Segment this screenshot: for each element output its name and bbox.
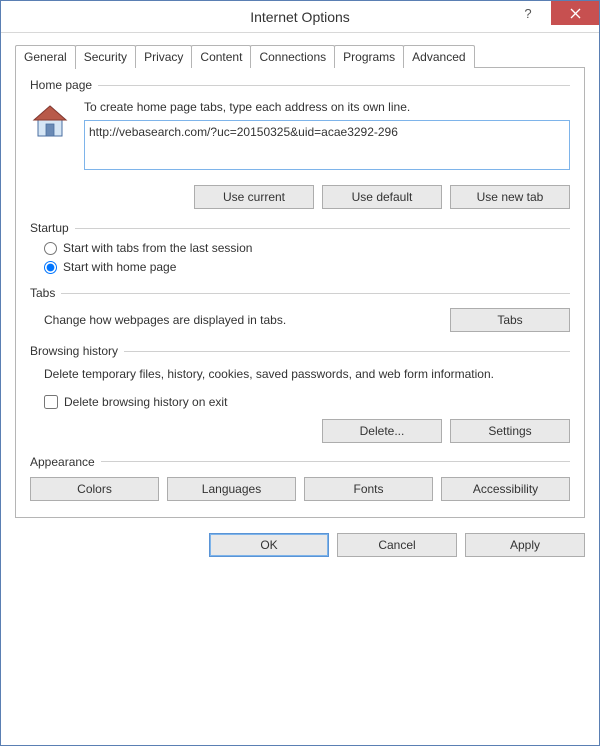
startup-last-session-label: Start with tabs from the last session (63, 241, 252, 255)
apply-button[interactable]: Apply (465, 533, 585, 557)
history-group: Browsing history Delete temporary files,… (30, 344, 570, 443)
close-button[interactable] (551, 1, 599, 25)
delete-history-button[interactable]: Delete... (322, 419, 442, 443)
delete-on-exit-label: Delete browsing history on exit (64, 395, 227, 409)
history-settings-button[interactable]: Settings (450, 419, 570, 443)
use-new-tab-button[interactable]: Use new tab (450, 185, 570, 209)
delete-on-exit-checkbox[interactable]: Delete browsing history on exit (30, 395, 570, 409)
startup-group-label: Startup (30, 221, 570, 235)
titlebar: Internet Options ? (1, 1, 599, 33)
colors-button[interactable]: Colors (30, 477, 159, 501)
internet-options-dialog: Internet Options ? GeneralSecurityPrivac… (0, 0, 600, 746)
homepage-group-label: Home page (30, 78, 570, 92)
tabs-group-label: Tabs (30, 286, 570, 300)
homepage-group: Home page To create home page tabs, type… (30, 78, 570, 209)
general-panel: Home page To create home page tabs, type… (15, 67, 585, 518)
use-default-button[interactable]: Use default (322, 185, 442, 209)
tab-programs[interactable]: Programs (334, 45, 404, 68)
startup-group: Startup Start with tabs from the last se… (30, 221, 570, 274)
startup-home-page-radio[interactable]: Start with home page (44, 260, 570, 274)
startup-last-session-radio[interactable]: Start with tabs from the last session (44, 241, 570, 255)
close-icon (570, 8, 581, 19)
tab-connections[interactable]: Connections (250, 45, 335, 68)
appearance-group-label: Appearance (30, 455, 570, 469)
homepage-url-input[interactable] (84, 120, 570, 170)
help-button[interactable]: ? (505, 1, 551, 25)
dialog-button-row: OK Cancel Apply (1, 519, 599, 573)
help-icon: ? (524, 6, 531, 21)
tab-content[interactable]: Content (191, 45, 251, 68)
appearance-group: Appearance Colors Languages Fonts Access… (30, 455, 570, 501)
tab-strip: GeneralSecurityPrivacyContentConnections… (15, 45, 585, 68)
cancel-button[interactable]: Cancel (337, 533, 457, 557)
startup-last-session-input[interactable] (44, 242, 57, 255)
home-icon (30, 102, 70, 142)
use-current-button[interactable]: Use current (194, 185, 314, 209)
startup-home-page-label: Start with home page (63, 260, 176, 274)
history-description: Delete temporary files, history, cookies… (30, 366, 570, 383)
tab-privacy[interactable]: Privacy (135, 45, 192, 68)
startup-home-page-input[interactable] (44, 261, 57, 274)
ok-button[interactable]: OK (209, 533, 329, 557)
fonts-button[interactable]: Fonts (304, 477, 433, 501)
tab-general[interactable]: General (15, 45, 76, 69)
tab-security[interactable]: Security (75, 45, 136, 68)
accessibility-button[interactable]: Accessibility (441, 477, 570, 501)
tab-advanced[interactable]: Advanced (403, 45, 474, 68)
history-group-label: Browsing history (30, 344, 570, 358)
tabs-description: Change how webpages are displayed in tab… (44, 313, 450, 327)
homepage-description: To create home page tabs, type each addr… (84, 100, 570, 114)
delete-on-exit-input[interactable] (44, 395, 58, 409)
tabs-button[interactable]: Tabs (450, 308, 570, 332)
tabs-group: Tabs Change how webpages are displayed i… (30, 286, 570, 332)
languages-button[interactable]: Languages (167, 477, 296, 501)
